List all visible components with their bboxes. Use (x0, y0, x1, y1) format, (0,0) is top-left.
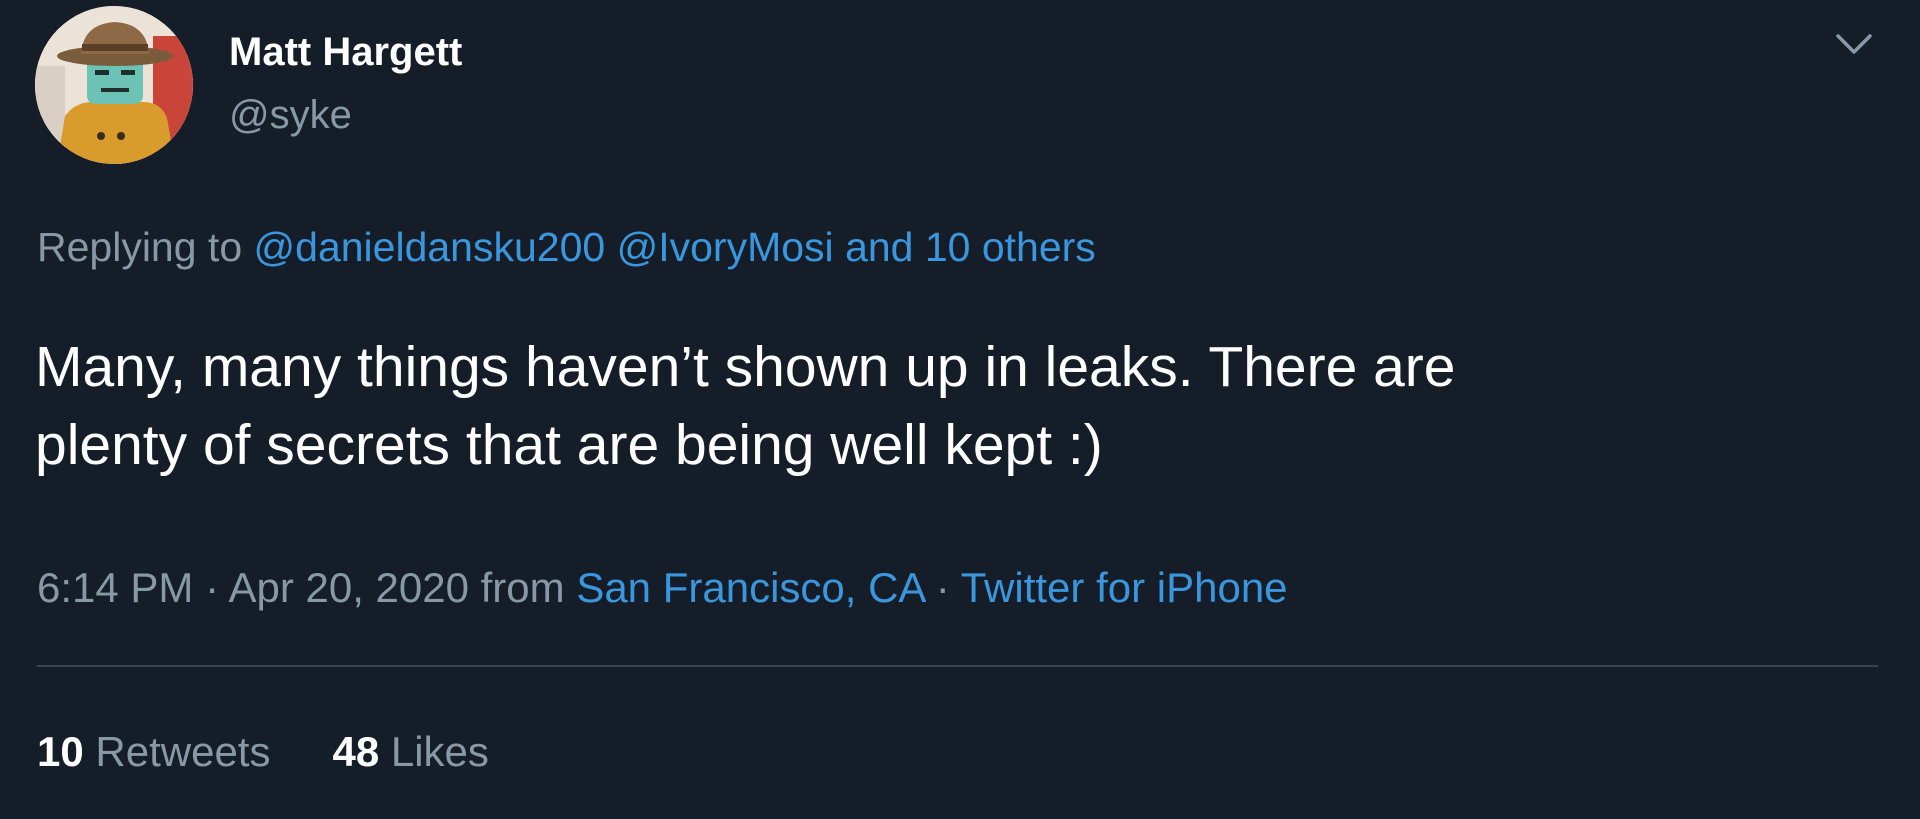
separator-dot: · (935, 564, 950, 611)
avatar[interactable] (35, 6, 193, 164)
likes-count: 48 (332, 728, 380, 775)
retweets-label: Retweets (95, 728, 271, 775)
more-options-button[interactable] (1830, 24, 1878, 64)
tweet-metadata: 6:14 PM · Apr 20, 2020 from San Francisc… (37, 564, 1288, 612)
author-display-name[interactable]: Matt Hargett (229, 30, 462, 75)
separator-dot: · (205, 564, 220, 611)
location-link[interactable]: San Francisco, CA (576, 564, 924, 611)
likes-stat[interactable]: 48 Likes (332, 728, 488, 775)
tweet-date[interactable]: Apr 20, 2020 (228, 564, 469, 611)
avatar-image-icon (35, 6, 193, 164)
mention-others-link[interactable]: and 10 others (845, 224, 1096, 270)
tweet-text: Many, many things haven’t shown up in le… (35, 328, 1855, 484)
likes-label: Likes (390, 728, 489, 775)
retweets-stat[interactable]: 10 Retweets (37, 728, 270, 775)
replying-to-label: Replying to (37, 224, 243, 270)
engagement-stats: 10 Retweets 48 Likes (37, 728, 489, 776)
tweet-card: Matt Hargett @syke Replying to @danielda… (0, 0, 1920, 819)
divider (37, 665, 1878, 667)
tweet-text-line-1: Many, many things haven’t shown up in le… (35, 335, 1456, 399)
author-handle[interactable]: @syke (229, 93, 352, 138)
replying-to-line: Replying to @danieldansku200 @IvoryMosi … (37, 224, 1096, 271)
retweets-count: 10 (37, 728, 84, 775)
chevron-down-icon (1836, 34, 1872, 54)
mention-link-danieldansku200[interactable]: @danieldansku200 (254, 224, 606, 270)
client-link[interactable]: Twitter for iPhone (961, 564, 1288, 611)
tweet-time[interactable]: 6:14 PM (37, 564, 193, 611)
tweet-text-line-2: plenty of secrets that are being well ke… (35, 413, 1103, 477)
mention-link-ivorymosi[interactable]: @IvoryMosi (617, 224, 834, 270)
from-label: from (480, 564, 565, 611)
